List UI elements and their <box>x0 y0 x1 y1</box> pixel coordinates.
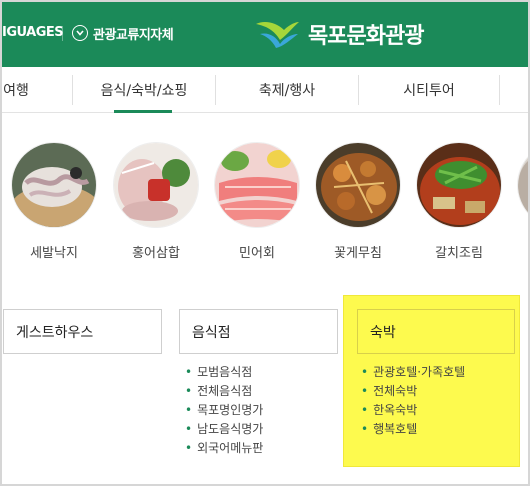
restaurant-list: • 모범음식점 • 전체음식점 • 목포명인명가 • 남도음식명가 • 외국어메뉴판 <box>185 363 263 458</box>
food-item-partial[interactable] <box>517 142 528 228</box>
site-logo[interactable]: 목포문화관광 <box>254 18 424 50</box>
guesthouse-title: 게스트하우스 <box>16 324 94 341</box>
food-label: 꽃게무침 <box>334 246 382 261</box>
food-item-nakji[interactable]: 세발낙지 <box>11 142 99 261</box>
food-item-hongeo[interactable]: 홍어삼합 <box>113 142 201 261</box>
food-label: 세발낙지 <box>30 246 78 261</box>
food-image-mineo <box>214 142 300 228</box>
food-image-nakji <box>11 142 97 228</box>
nav-active-indicator <box>114 110 172 113</box>
header-divider <box>62 26 63 41</box>
languages-link[interactable]: IGUAGES <box>2 25 64 40</box>
lodging-title: 숙박 <box>370 324 396 341</box>
nav-item-food-lodging-shopping[interactable]: 음식/숙박/쇼핑 <box>73 67 215 113</box>
site-header: IGUAGES 관광교류지자체 목포문화관광 <box>2 2 528 67</box>
page-frame: IGUAGES 관광교류지자체 목포문화관광 여행 음식/숙박/쇼핑 축제/행사… <box>0 0 530 486</box>
food-image-kkotge <box>315 142 401 228</box>
gov-link[interactable]: 관광교류지자체 <box>72 23 174 43</box>
nav-item-city-tour[interactable]: 시티투어 <box>359 67 499 113</box>
list-item[interactable]: • 관광호텔·가족호텔 <box>361 363 465 382</box>
food-item-kkotge[interactable]: 꽃게무침 <box>315 142 403 261</box>
food-image-galchi <box>416 142 502 228</box>
list-item[interactable]: • 전체음식점 <box>185 382 263 401</box>
food-image-hongeo <box>113 142 199 228</box>
nav-item-festival[interactable]: 축제/행사 <box>216 67 358 113</box>
main-nav: 여행 음식/숙박/쇼핑 축제/행사 시티투어 <box>2 67 528 113</box>
food-label: 민어회 <box>239 246 275 261</box>
lodging-list: • 관광호텔·가족호텔 • 전체숙박 • 한옥숙박 • 행복호텔 <box>361 363 465 439</box>
gov-link-label: 관광교류지자체 <box>93 27 174 43</box>
food-label: 갈치조림 <box>435 246 483 261</box>
food-image-partial <box>517 142 528 228</box>
list-item[interactable]: • 목포명인명가 <box>185 401 263 420</box>
guesthouse-box[interactable]: 게스트하우스 <box>3 309 162 354</box>
restaurant-title: 음식점 <box>192 324 231 341</box>
list-item[interactable]: • 행복호텔 <box>361 420 465 439</box>
nav-divider <box>499 75 500 105</box>
lodging-box[interactable]: 숙박 <box>357 309 515 354</box>
food-item-galchi[interactable]: 갈치조림 <box>416 142 504 261</box>
logo-text: 목포문화관광 <box>308 24 424 49</box>
list-item[interactable]: • 남도음식명가 <box>185 420 263 439</box>
list-item[interactable]: • 전체숙박 <box>361 382 465 401</box>
logo-wave-icon <box>256 22 299 48</box>
list-item[interactable]: • 한옥숙박 <box>361 401 465 420</box>
list-item[interactable]: • 외국어메뉴판 <box>185 439 263 458</box>
restaurant-box[interactable]: 음식점 <box>179 309 338 354</box>
nav-item-travel[interactable]: 여행 <box>2 67 36 113</box>
chevron-down-icon <box>72 25 88 41</box>
food-label: 홍어삼합 <box>132 246 180 261</box>
list-item[interactable]: • 모범음식점 <box>185 363 263 382</box>
food-item-mineo[interactable]: 민어회 <box>214 142 302 261</box>
